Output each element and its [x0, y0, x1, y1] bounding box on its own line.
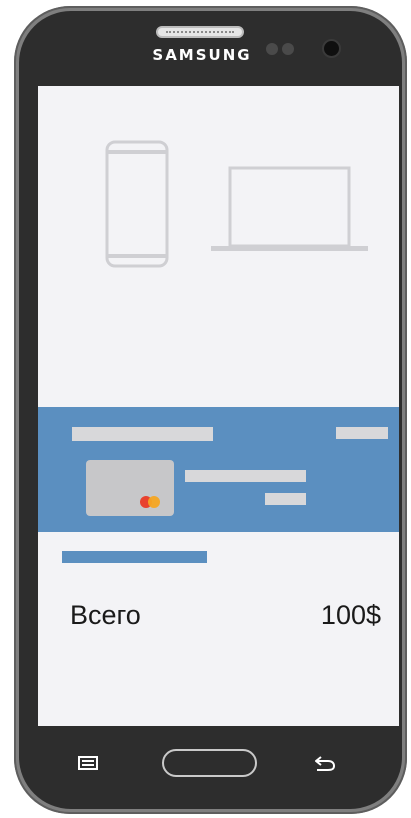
section-divider-accent — [62, 551, 207, 563]
home-button[interactable] — [162, 749, 257, 777]
brand-logo: SAMSUNG — [152, 46, 252, 64]
payment-card-banner[interactable] — [38, 407, 399, 532]
proximity-sensor — [266, 43, 278, 55]
card-amount-placeholder — [336, 427, 388, 439]
total-value: 100$ — [320, 600, 381, 630]
devices-illustration — [105, 140, 368, 268]
card-holder-placeholder — [72, 427, 213, 441]
smartphone-outline-icon — [105, 140, 169, 268]
card-number-placeholder — [185, 470, 306, 482]
front-camera — [322, 39, 341, 58]
screen: Всего 100$ — [38, 86, 399, 726]
light-sensor — [282, 43, 294, 55]
earpiece-speaker — [156, 26, 244, 38]
laptop-outline-icon — [211, 166, 368, 251]
credit-card-icon — [86, 460, 174, 516]
back-arrow-icon[interactable] — [313, 755, 337, 773]
total-label: Всего — [70, 600, 141, 630]
mastercard-logo-icon-overlap — [148, 496, 160, 508]
menu-key-icon[interactable] — [78, 756, 98, 770]
card-expiry-placeholder — [265, 493, 306, 505]
